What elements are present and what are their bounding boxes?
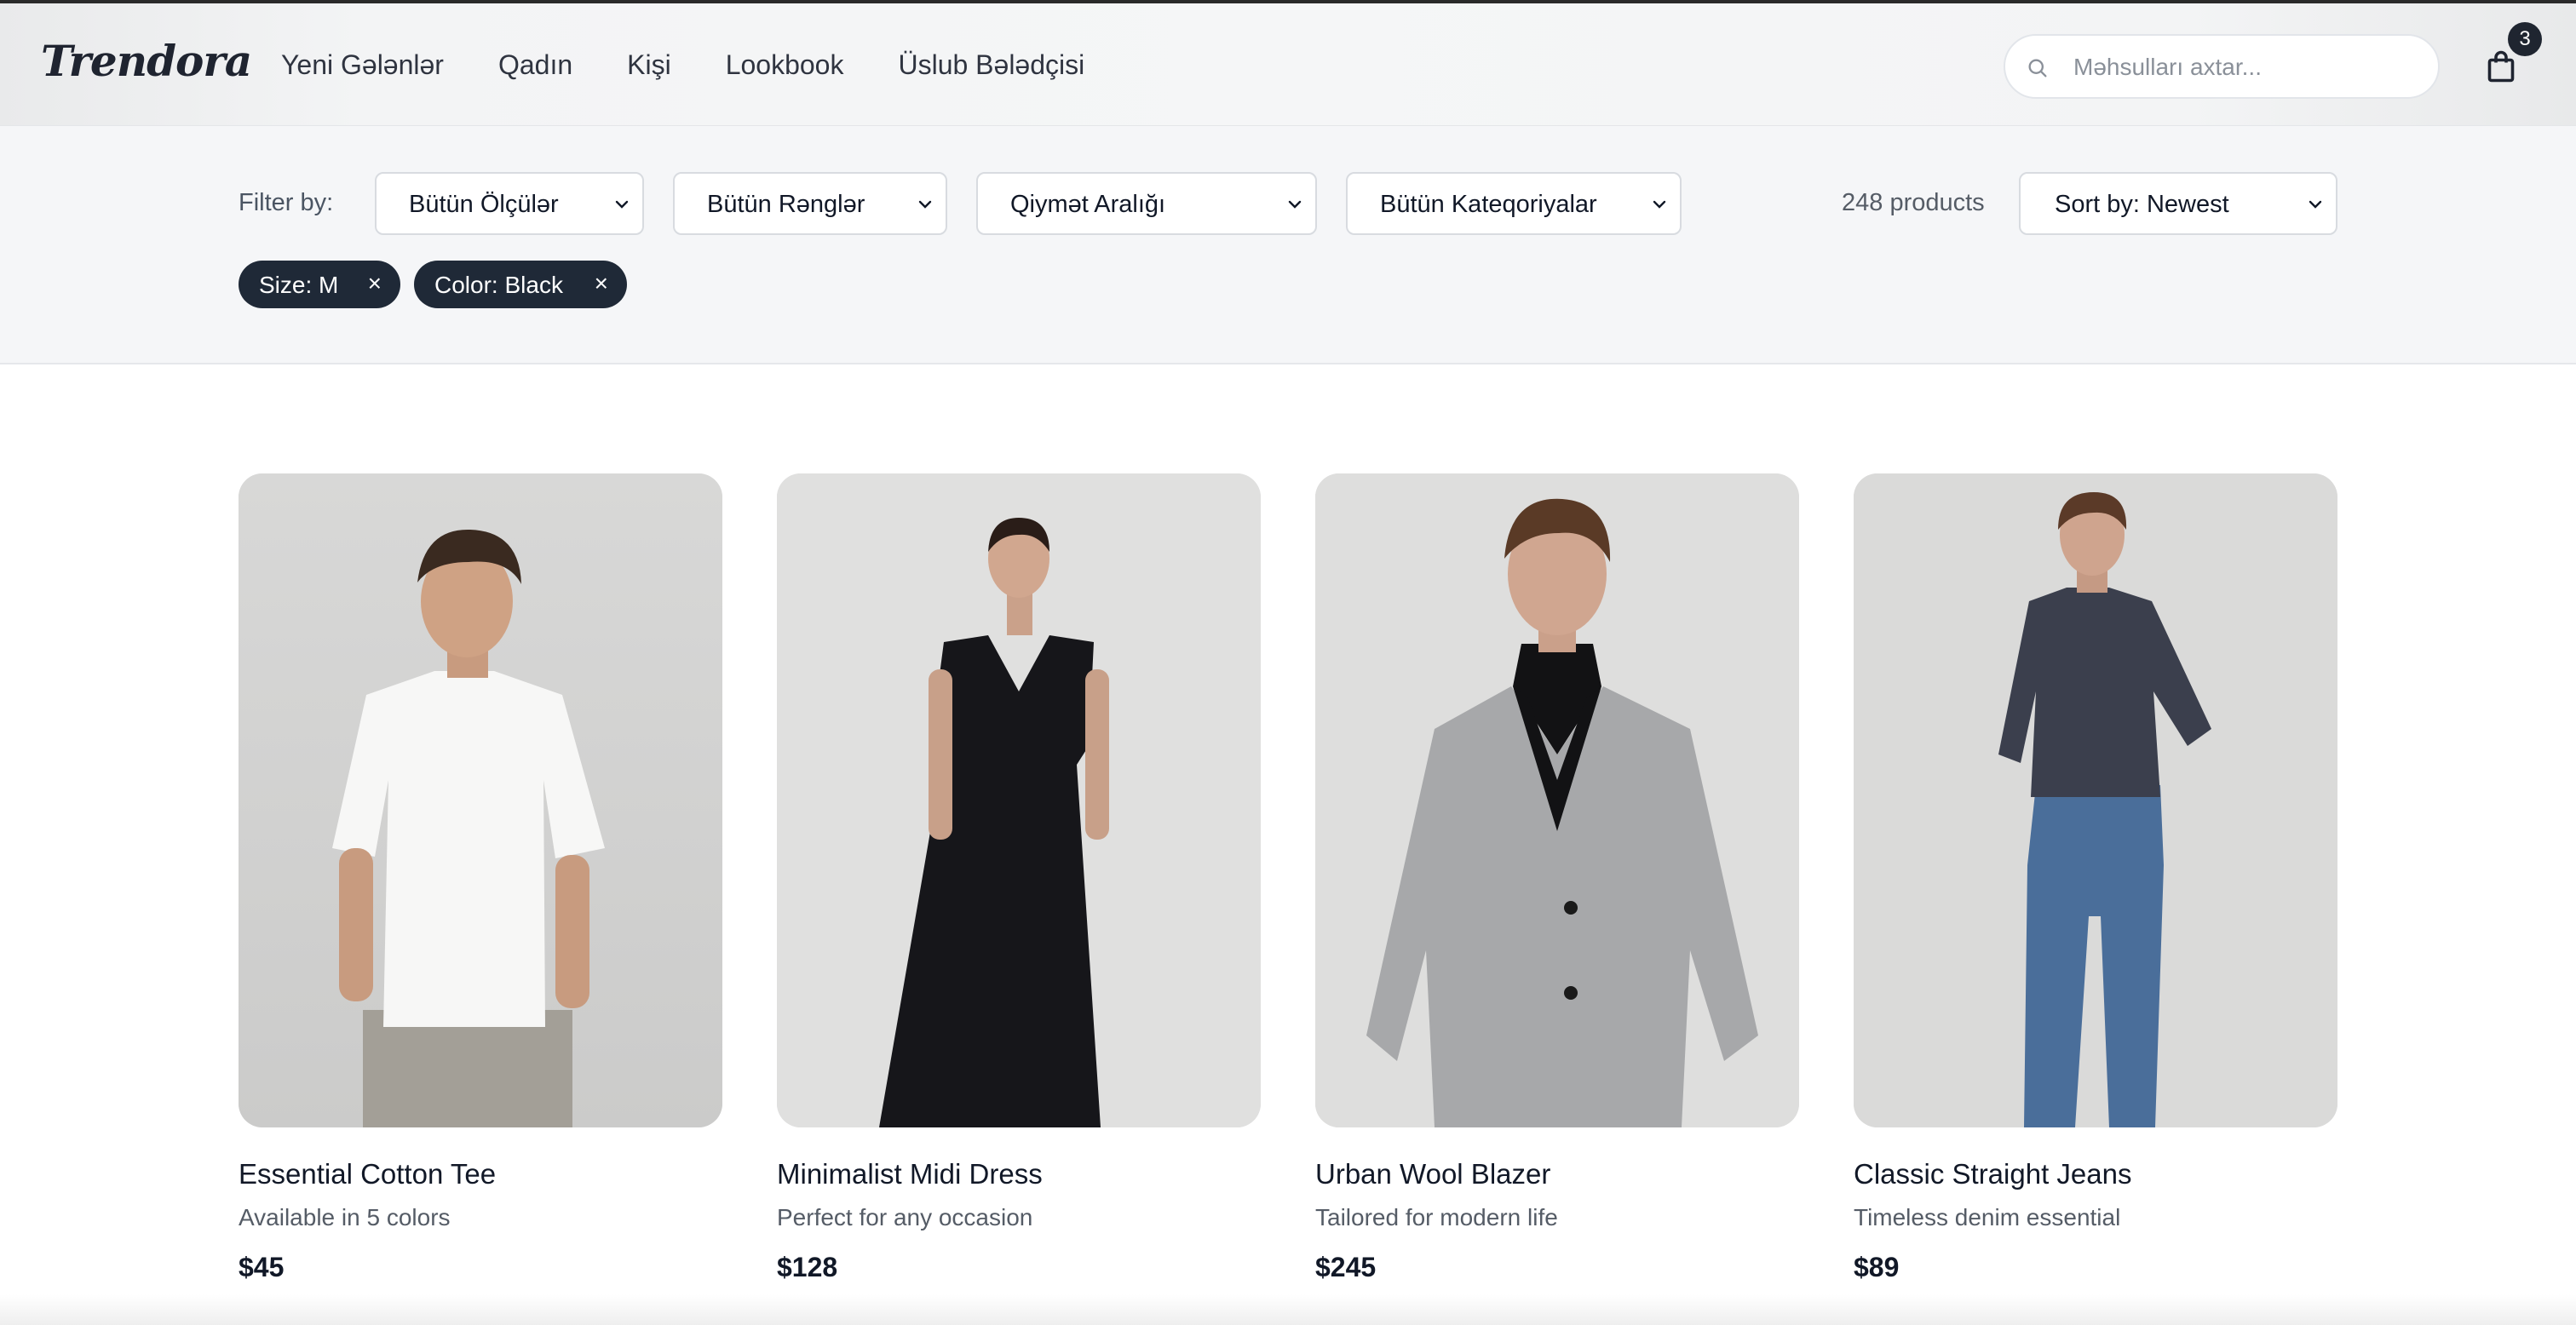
blazer-model-illustration [1315,473,1799,1127]
product-image-tee[interactable] [239,473,722,1127]
product-image-jeans[interactable] [1854,473,2337,1127]
price-filter-value: Qiymət Aralığı [1010,191,1166,218]
chip-label: Color: Black [434,272,563,298]
product-description: Available in 5 colors [239,1204,451,1230]
product-description: Perfect for any occasion [777,1204,1033,1230]
cart-count-badge: 3 [2508,22,2542,56]
tee-model-illustration [239,473,722,1127]
size-filter-select[interactable]: Bütün Ölçülər [375,172,644,235]
nav-item-lookbook[interactable]: Lookbook [726,49,844,81]
search-input[interactable] [2073,48,2423,87]
product-image-dress[interactable] [777,473,1261,1127]
product-price: $245 [1315,1252,1377,1282]
brand-logo[interactable]: Trendora [41,36,252,86]
chevron-down-icon [2309,200,2322,209]
filter-label: Filter by: [239,189,334,216]
sort-select[interactable]: Sort by: Newest [2019,172,2337,235]
product-price: $128 [777,1252,838,1282]
chevron-down-icon [918,200,932,209]
chevron-down-icon [1653,200,1666,209]
product-description: Timeless denim essential [1854,1204,2121,1230]
close-icon[interactable]: × [368,270,382,297]
dress-model-illustration [777,473,1261,1127]
nav-item-men[interactable]: Kişi [627,49,671,81]
product-name[interactable]: Classic Straight Jeans [1854,1158,2131,1190]
shopping-bag-icon[interactable] [2486,49,2516,83]
price-filter-select[interactable]: Qiymət Aralığı [976,172,1317,235]
main-nav: Yeni Gələnlər Qadın Kişi Lookbook Üslub … [281,49,1139,81]
bottom-fade [0,1294,2576,1325]
sort-value: Sort by: Newest [2055,191,2229,218]
category-filter-select[interactable]: Bütün Kateqoriyalar [1346,172,1682,235]
product-name[interactable]: Minimalist Midi Dress [777,1158,1043,1190]
nav-item-new-arrivals[interactable]: Yeni Gələnlər [281,49,444,81]
product-image-blazer[interactable] [1315,473,1799,1127]
filter-bar: Filter by: Bütün Ölçülər Bütün Rənglər Q… [0,126,2576,364]
site-header: Trendora Yeni Gələnlər Qadın Kişi Lookbo… [0,3,2576,126]
product-name[interactable]: Urban Wool Blazer [1315,1158,1550,1190]
close-icon[interactable]: × [595,270,608,297]
jeans-model-illustration [1854,473,2337,1127]
chevron-down-icon [615,200,629,209]
chevron-down-icon [1288,200,1302,209]
product-count: 248 products [1842,189,1985,216]
search-box[interactable] [2004,34,2440,99]
active-filter-chip-size[interactable]: Size: M × [239,261,400,308]
product-name[interactable]: Essential Cotton Tee [239,1158,496,1190]
product-price: $45 [239,1252,285,1282]
chip-label: Size: M [259,272,339,298]
color-filter-value: Bütün Rənglər [707,191,865,218]
category-filter-value: Bütün Kateqoriyalar [1380,191,1597,218]
color-filter-select[interactable]: Bütün Rənglər [673,172,947,235]
product-price: $89 [1854,1252,1900,1282]
active-filter-chip-color[interactable]: Color: Black × [414,261,627,308]
search-icon [2028,59,2047,77]
size-filter-value: Bütün Ölçülər [409,191,559,218]
product-description: Tailored for modern life [1315,1204,1558,1230]
nav-item-women[interactable]: Qadın [498,49,572,81]
nav-item-style-guide[interactable]: Üslub Bələdçisi [898,49,1084,81]
